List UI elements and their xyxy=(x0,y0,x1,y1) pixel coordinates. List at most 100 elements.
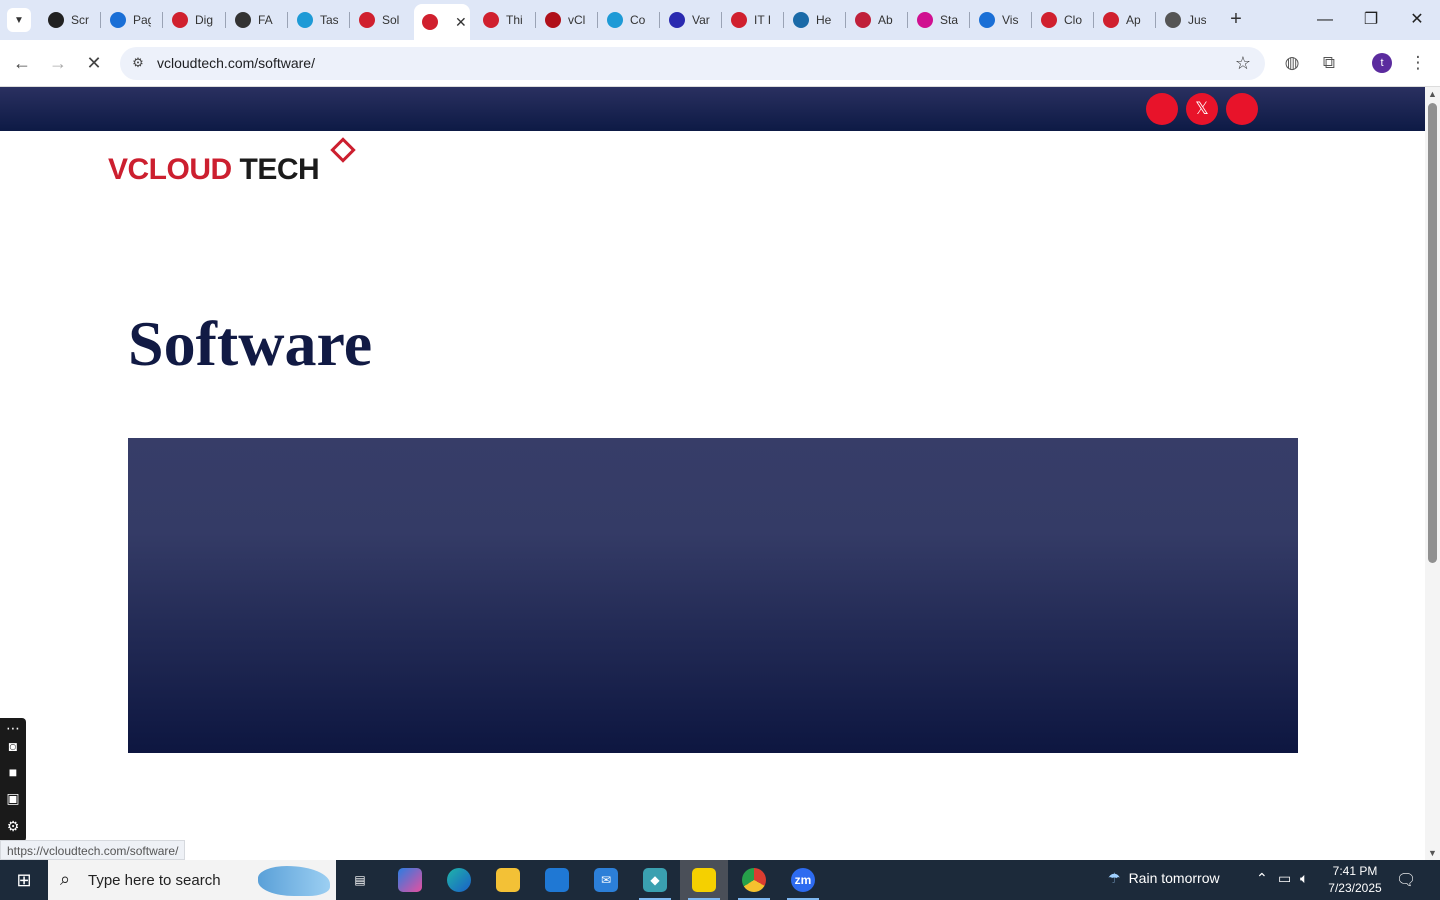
mail-button[interactable]: ✉ xyxy=(582,860,630,900)
minimize-button[interactable]: — xyxy=(1302,8,1348,32)
network-icon[interactable]: ▭ xyxy=(1278,870,1291,887)
logo-diamond-icon xyxy=(330,137,356,163)
search-highlight-image xyxy=(258,866,330,896)
edge-button[interactable] xyxy=(435,860,483,900)
tab-label: Co xyxy=(630,13,646,27)
browser-tab[interactable]: Sol xyxy=(351,6,409,34)
tab-search-button[interactable]: ▼ xyxy=(7,8,31,32)
zoom-icon: zm xyxy=(791,868,815,892)
browser-tab[interactable]: FA xyxy=(227,6,285,34)
stop-loading-button[interactable]: ✕ xyxy=(82,51,106,75)
clock-date: 7/23/2025 xyxy=(1328,881,1382,895)
tab-label: Scr xyxy=(71,13,89,27)
tab-label: Tas xyxy=(320,13,338,27)
x-twitter-icon[interactable]: 𝕏 xyxy=(1186,93,1218,125)
tab-close-icon[interactable]: ✕ xyxy=(455,14,467,31)
more-icon[interactable]: ⋯ xyxy=(3,718,23,738)
notification-icon[interactable]: 🗨︎ xyxy=(1396,870,1416,890)
tab-label: Ap xyxy=(1126,13,1141,27)
translate-icon[interactable]: ◍ xyxy=(1281,52,1303,74)
task-view-button[interactable]: ▤ xyxy=(336,860,384,900)
profile-avatar[interactable]: t xyxy=(1372,53,1392,73)
browser-tab[interactable]: Sta xyxy=(909,6,967,34)
site-logo[interactable]: VCLOUD TECH xyxy=(108,137,368,186)
tab-label: He xyxy=(816,13,832,27)
tab-favicon-icon xyxy=(917,12,933,28)
browser-tab[interactable]: Thi xyxy=(475,6,533,34)
restore-button[interactable]: ❐ xyxy=(1348,8,1394,32)
tab-label: Thi xyxy=(506,13,523,27)
scroll-up-icon[interactable]: ▲ xyxy=(1428,89,1437,99)
browser-tab[interactable]: Pag xyxy=(102,6,160,34)
logo-text-vcloud: VCLOUD xyxy=(108,153,232,186)
browser-tab[interactable]: Scr xyxy=(40,6,98,34)
tab-favicon-icon xyxy=(110,12,126,28)
scroll-thumb[interactable] xyxy=(1428,103,1437,563)
forward-button[interactable]: → xyxy=(46,51,70,75)
address-bar[interactable]: ⚙ vcloudtech.com/software/ ☆ xyxy=(120,47,1265,80)
tab-label: IT I xyxy=(754,13,772,27)
store-button[interactable] xyxy=(533,860,581,900)
tab-label: Sol xyxy=(382,13,400,27)
browser-tab[interactable]: Clo xyxy=(1033,6,1091,34)
tab-favicon-icon xyxy=(1103,12,1119,28)
close-window-button[interactable]: ✕ xyxy=(1394,8,1440,32)
browser-tab[interactable]: vCl xyxy=(537,6,595,34)
browser-tab[interactable]: Ab xyxy=(847,6,905,34)
camera-icon[interactable]: ◙ xyxy=(3,736,23,756)
browser-tab[interactable]: Vis xyxy=(971,6,1029,34)
tab-favicon-icon xyxy=(979,12,995,28)
browser-tab[interactable]: Tas xyxy=(289,6,347,34)
sticky-notes-button[interactable] xyxy=(680,860,728,900)
tab-label: Ab xyxy=(878,13,893,27)
linkedin-icon[interactable] xyxy=(1226,93,1258,125)
windows-start-icon[interactable]: ⊞ xyxy=(0,860,48,900)
zoom-button[interactable]: zm xyxy=(779,860,827,900)
menu-kebab-icon[interactable]: ⋮ xyxy=(1407,52,1429,74)
taskbar-clock[interactable]: 7:41 PM 7/23/2025 xyxy=(1320,863,1390,897)
taskbar-search[interactable]: ⌕ Type here to search xyxy=(48,860,336,900)
tab-label: Clo xyxy=(1064,13,1082,27)
site-top-bar: 𝕏 xyxy=(0,87,1425,131)
gear-icon[interactable]: ⚙ xyxy=(3,816,23,836)
bookmark-star-icon[interactable]: ☆ xyxy=(1235,53,1251,74)
tab-label: vCl xyxy=(568,13,586,27)
tab-favicon-icon xyxy=(48,12,64,28)
tab-favicon-icon xyxy=(669,12,685,28)
browser-tab[interactable]: Dig xyxy=(164,6,222,34)
copilot-button[interactable] xyxy=(386,860,434,900)
volume-icon[interactable]: 🔈︎ xyxy=(1300,870,1308,887)
status-link-preview: https://vcloudtech.com/software/ xyxy=(0,840,186,860)
tray-expand-icon[interactable]: ⌃ xyxy=(1256,870,1268,887)
site-info-icon[interactable]: ⚙ xyxy=(130,55,146,71)
hero-banner xyxy=(128,438,1298,753)
facebook-icon[interactable] xyxy=(1146,93,1178,125)
browser-tab[interactable]: IT I xyxy=(723,6,781,34)
tab-favicon-icon xyxy=(483,12,499,28)
browser-tab[interactable]: Var xyxy=(661,6,719,34)
browser-tab[interactable]: Co xyxy=(599,6,657,34)
back-button[interactable]: ← xyxy=(10,51,34,75)
new-tab-button[interactable]: + xyxy=(1225,9,1247,31)
tab-separator xyxy=(845,12,846,28)
chrome-button[interactable] xyxy=(730,860,778,900)
page-scrollbar[interactable]: ▲ ▼ xyxy=(1425,87,1440,860)
video-icon[interactable]: ■ xyxy=(3,762,23,782)
tab-separator xyxy=(1093,12,1094,28)
tab-favicon-icon xyxy=(1165,12,1181,28)
weather-text: Rain tomorrow xyxy=(1128,870,1220,886)
weather-widget[interactable]: ☂ Rain tomorrow xyxy=(1108,870,1220,887)
browser-tab[interactable]: He xyxy=(785,6,843,34)
address-url[interactable]: vcloudtech.com/software/ xyxy=(157,55,315,71)
window-icon[interactable]: ▣ xyxy=(3,788,23,808)
scroll-down-icon[interactable]: ▼ xyxy=(1428,848,1437,858)
browser-tab[interactable]: Jus xyxy=(1157,6,1215,34)
task-view-icon: ▤ xyxy=(354,873,366,887)
tab-separator xyxy=(535,12,536,28)
browser-tab[interactable]: ✕ xyxy=(414,4,470,40)
folder-icon xyxy=(496,868,520,892)
app-diamond-button[interactable]: ◆ xyxy=(631,860,679,900)
browser-tab[interactable]: Ap xyxy=(1095,6,1153,34)
file-explorer-button[interactable] xyxy=(484,860,532,900)
extensions-icon[interactable]: ⧉ xyxy=(1318,52,1340,74)
